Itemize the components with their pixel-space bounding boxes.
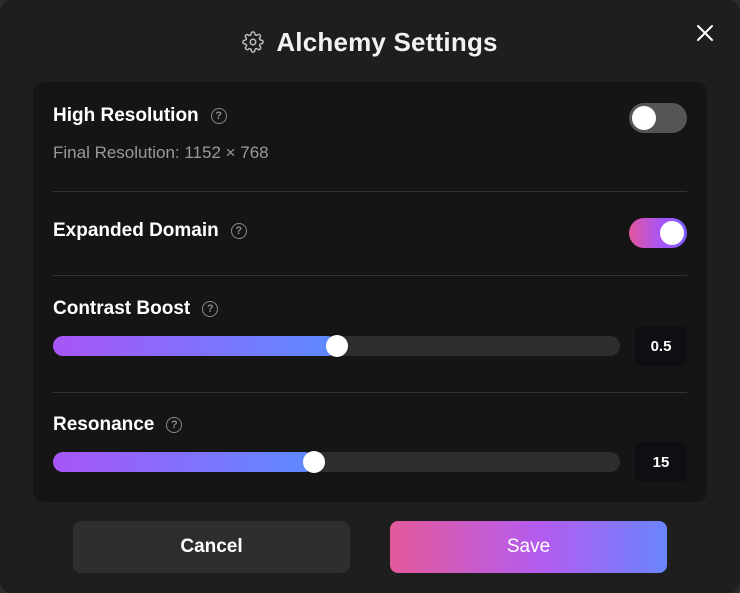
resonance-slider[interactable] <box>53 451 620 473</box>
slider-fill <box>53 452 314 472</box>
resonance-label: Resonance <box>53 414 155 435</box>
help-icon[interactable]: ? <box>202 301 219 317</box>
expanded-domain-label: Expanded Domain <box>53 220 219 241</box>
save-button[interactable]: Save <box>390 521 667 573</box>
gear-icon <box>242 31 265 53</box>
high-resolution-toggle[interactable] <box>629 103 687 133</box>
toggle-knob <box>660 221 684 245</box>
expanded-domain-toggle[interactable] <box>629 218 687 248</box>
resonance-value[interactable]: 15 <box>635 442 687 482</box>
slider-thumb[interactable] <box>303 451 325 473</box>
contrast-boost-slider[interactable] <box>53 335 620 357</box>
high-resolution-row: High Resolution ? Final Resolution: 1152… <box>53 103 687 163</box>
settings-panel: High Resolution ? Final Resolution: 1152… <box>33 82 707 502</box>
slider-fill <box>53 336 337 356</box>
divider <box>53 275 687 276</box>
resonance-row: Resonance ? 15 <box>53 414 687 482</box>
help-icon[interactable]: ? <box>166 417 183 433</box>
dialog-title: Alchemy Settings <box>276 26 498 57</box>
cancel-button[interactable]: Cancel <box>73 521 350 573</box>
alchemy-settings-dialog: Alchemy Settings High Resolution ? Final… <box>0 0 740 593</box>
divider <box>53 392 687 393</box>
contrast-boost-value[interactable]: 0.5 <box>635 326 687 366</box>
contrast-boost-row: Contrast Boost ? 0.5 <box>53 298 687 366</box>
divider <box>53 191 687 192</box>
help-icon[interactable]: ? <box>230 223 247 239</box>
close-icon[interactable] <box>692 20 718 46</box>
final-resolution-text: Final Resolution: 1152 × 768 <box>53 143 269 162</box>
slider-thumb[interactable] <box>326 335 348 357</box>
contrast-boost-label: Contrast Boost <box>53 298 191 319</box>
expanded-domain-row: Expanded Domain ? <box>53 218 687 248</box>
dialog-header: Alchemy Settings <box>0 18 740 66</box>
high-resolution-label: High Resolution <box>53 105 199 126</box>
help-icon[interactable]: ? <box>210 108 227 124</box>
toggle-knob <box>632 106 656 130</box>
